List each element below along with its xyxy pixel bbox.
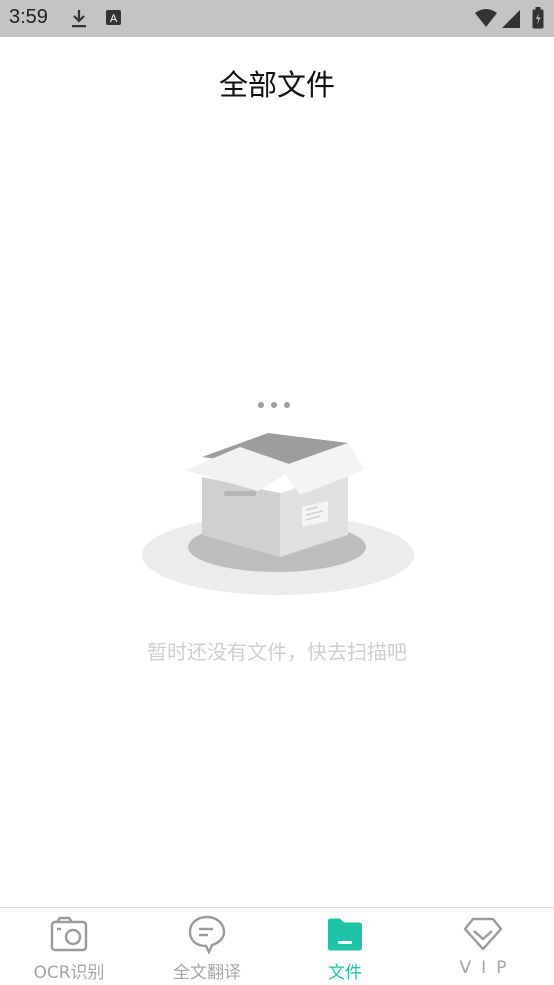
- signal-icon: [502, 10, 520, 28]
- text-a-icon: A: [106, 10, 121, 25]
- tab-files-label: 文件: [328, 963, 362, 983]
- folder-icon: [328, 918, 362, 951]
- tab-ocr-label: OCR识别: [33, 963, 105, 983]
- tab-files[interactable]: 文件: [276, 908, 414, 985]
- svg-text:A: A: [110, 13, 118, 25]
- page-title: 全部文件: [218, 68, 335, 102]
- status-bar: 3:59 A: [0, 0, 554, 37]
- status-time: 3:59: [9, 6, 48, 28]
- chat-bubble-icon: [188, 915, 226, 954]
- camera-icon: [50, 916, 88, 952]
- tab-vip[interactable]: VIP: [414, 908, 552, 985]
- tab-translate[interactable]: 全文翻译: [138, 908, 276, 985]
- download-icon: [72, 10, 86, 28]
- wifi-icon: [475, 9, 497, 27]
- open-box-icon: [142, 402, 414, 595]
- empty-message: 暂时还没有文件，快去扫描吧: [147, 640, 407, 664]
- bottom-nav: OCR识别 全文翻译 文件 VIP: [0, 907, 554, 985]
- diamond-icon: [463, 917, 503, 951]
- tab-ocr[interactable]: OCR识别: [0, 908, 138, 985]
- battery-icon: [532, 7, 544, 29]
- tab-translate-label: 全文翻译: [173, 963, 241, 983]
- tab-vip-label: VIP: [459, 958, 517, 978]
